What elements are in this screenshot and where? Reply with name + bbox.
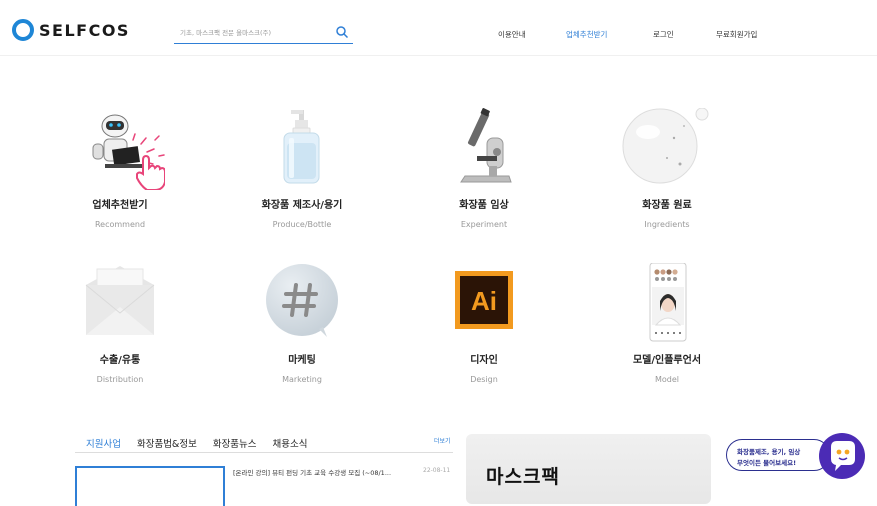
news-thumbnail[interactable] — [75, 466, 225, 506]
news-item-title[interactable]: [온라인 강의] 뷰티 펀딩 기초 교육 수강생 모집 (~08/1... — [233, 467, 413, 477]
pump-bottle-icon — [257, 108, 347, 190]
category-subtitle: Ingredients — [644, 220, 690, 229]
logo-text: SELFCOS — [39, 20, 130, 40]
search-bar — [174, 22, 353, 44]
category-title: 화장품 제조사/용기 — [261, 200, 343, 211]
hashtag-icon — [257, 263, 347, 345]
category-subtitle: Design — [470, 375, 498, 384]
nav-login[interactable]: 로그인 — [653, 29, 674, 40]
category-title: 디자인 — [470, 355, 498, 366]
nav-recommend[interactable]: 업체추천받기 — [566, 29, 607, 40]
header: SELFCOS 이용안내 업체추천받기 로그인 무료회원가입 — [0, 0, 877, 56]
tab-jobs[interactable]: 채용소식 — [273, 436, 308, 450]
chat-bubble[interactable]: 화장품제조, 용기, 임상 무엇이든 물어보세요! — [726, 439, 830, 471]
envelope-icon — [75, 263, 165, 345]
banner-text: 마스크팩 — [486, 466, 560, 488]
category-distribution[interactable]: 수출/유통 Distribution — [45, 263, 195, 384]
search-input[interactable] — [174, 28, 324, 37]
category-subtitle: Marketing — [282, 375, 322, 384]
category-title: 업체추천받기 — [92, 200, 148, 211]
microscope-icon — [439, 108, 529, 190]
category-subtitle: Distribution — [96, 375, 144, 384]
chat-line-2: 무엇이든 물어보세요! — [737, 459, 797, 467]
category-subtitle: Experiment — [460, 220, 508, 229]
phone-model-icon — [622, 262, 712, 345]
category-experiment[interactable]: 화장품 임상 Experiment — [409, 108, 559, 229]
category-subtitle: Produce/Bottle — [272, 220, 332, 229]
category-design[interactable]: Ai 디자인 Design — [409, 263, 559, 384]
logo[interactable]: SELFCOS — [12, 19, 130, 41]
category-title: 수출/유통 — [99, 355, 141, 366]
category-title: 화장품 원료 — [642, 200, 692, 211]
logo-ring-icon — [12, 19, 34, 41]
chat-bot-icon[interactable] — [819, 433, 865, 479]
illustrator-icon: Ai — [439, 263, 529, 345]
serum-drop-icon — [622, 107, 712, 190]
category-title: 마케팅 — [288, 355, 316, 366]
category-produce[interactable]: 화장품 제조사/용기 Produce/Bottle — [227, 108, 377, 229]
tab-news[interactable]: 화장품뉴스 — [213, 436, 257, 450]
chat-line-1: 화장품제조, 용기, 임상 — [737, 448, 801, 456]
more-link[interactable]: 더보기 — [434, 436, 451, 445]
news-tabs: 지원사업 화장품법&정보 화장품뉴스 채용소식 — [86, 436, 308, 450]
category-subtitle: Recommend — [94, 220, 146, 229]
category-model[interactable]: 모델/인플루언서 Model — [592, 262, 742, 384]
search-icon[interactable] — [335, 25, 349, 39]
nav-guide[interactable]: 이용안내 — [498, 29, 526, 40]
promo-banner[interactable]: 마스크팩 — [466, 434, 711, 504]
category-marketing[interactable]: 마케팅 Marketing — [227, 263, 377, 384]
nav-signup[interactable]: 무료회원가입 — [716, 29, 757, 40]
robot-icon — [75, 108, 166, 191]
tabs-divider — [75, 452, 453, 453]
category-title: 화장품 임상 — [459, 200, 509, 211]
category-title: 모델/인플루언서 — [632, 355, 702, 366]
category-subtitle: Model — [654, 375, 680, 384]
tab-support[interactable]: 지원사업 — [86, 436, 121, 450]
svg-text:Ai: Ai — [471, 286, 497, 316]
category-ingredients[interactable]: 화장품 원료 Ingredients — [592, 107, 742, 229]
news-item-date: 22-08-11 — [423, 467, 451, 474]
category-recommend[interactable]: 업체추천받기 Recommend — [45, 108, 195, 229]
tab-law-info[interactable]: 화장품법&정보 — [137, 436, 197, 450]
